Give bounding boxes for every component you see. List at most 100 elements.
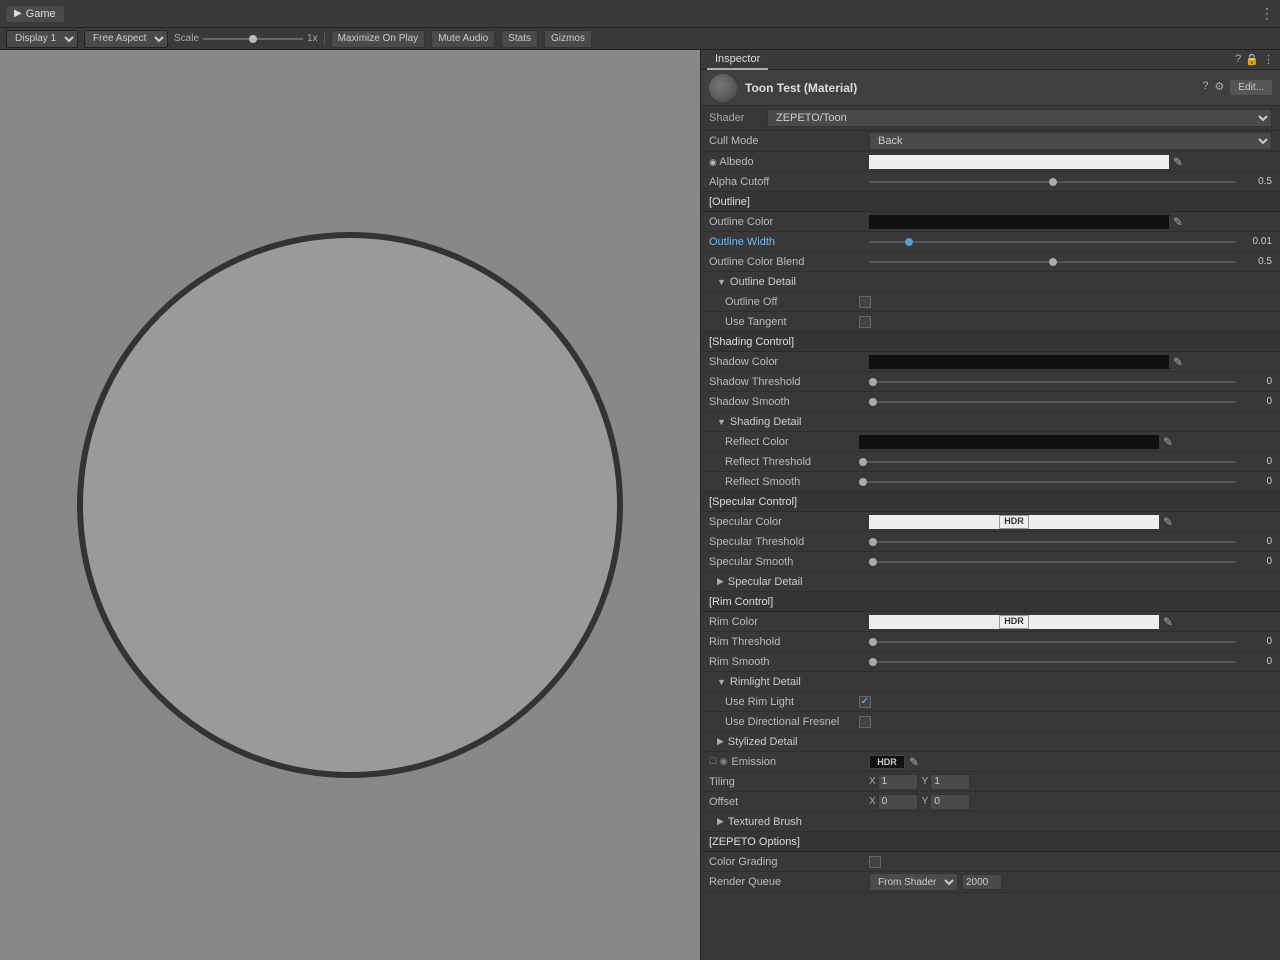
- more-icon[interactable]: ⋮: [1263, 53, 1274, 66]
- outline-detail-label: Outline Detail: [730, 276, 796, 288]
- cull-mode-select[interactable]: Back: [869, 132, 1272, 150]
- circle-container: [50, 205, 650, 805]
- zepeto-options-header[interactable]: [ZEPETO Options]: [701, 832, 1280, 852]
- reflect-smooth-number: 0: [1240, 476, 1272, 487]
- tiling-row: Tiling X 1 Y 1: [701, 772, 1280, 792]
- edit-button[interactable]: Edit...: [1230, 80, 1272, 95]
- rimlight-detail-header[interactable]: ▼ Rimlight Detail: [701, 672, 1280, 692]
- emission-label: ☐ ◉ Emission: [709, 756, 869, 768]
- rim-color-row: Rim Color HDR ✎: [701, 612, 1280, 632]
- specular-section-header[interactable]: [Specular Control]: [701, 492, 1280, 512]
- offset-y-label: Y: [922, 796, 929, 807]
- reflect-smooth-slider[interactable]: [859, 481, 1236, 483]
- outline-width-row: Outline Width 0.01: [701, 232, 1280, 252]
- rim-color-edit-icon[interactable]: ✎: [1163, 615, 1177, 629]
- rim-threshold-number: 0: [1240, 636, 1272, 647]
- shadow-color-swatch[interactable]: [869, 355, 1169, 369]
- outline-detail-arrow: ▼: [717, 277, 726, 287]
- offset-x-input[interactable]: 0: [878, 794, 918, 810]
- inspector-tab[interactable]: Inspector: [707, 50, 768, 70]
- use-directional-fresnel-checkbox[interactable]: [859, 716, 871, 728]
- outline-color-edit-icon[interactable]: ✎: [1173, 215, 1187, 229]
- outline-off-checkbox[interactable]: [859, 296, 871, 308]
- specular-smooth-slider[interactable]: [869, 561, 1236, 563]
- gizmos-btn[interactable]: Gizmos: [544, 30, 592, 48]
- use-tangent-label: Use Tangent: [709, 316, 859, 328]
- material-help-icon[interactable]: ?: [1202, 80, 1208, 95]
- inspector-content[interactable]: Cull Mode Back ◉ Albedo ✎ Alp: [701, 131, 1280, 960]
- game-view: [0, 50, 700, 960]
- rim-hdr-btn[interactable]: HDR: [999, 615, 1029, 629]
- offset-xy-group: X 0 Y 0: [869, 794, 1272, 810]
- shading-detail-header[interactable]: ▼ Shading Detail: [701, 412, 1280, 432]
- game-tab[interactable]: ▶ Game: [6, 6, 64, 22]
- emission-edit-icon[interactable]: ✎: [909, 755, 923, 769]
- render-queue-select[interactable]: From Shader: [869, 873, 958, 891]
- use-directional-fresnel-label: Use Directional Fresnel: [709, 716, 859, 728]
- emission-hdr-swatch[interactable]: HDR: [869, 755, 905, 769]
- outline-width-number: 0.01: [1240, 236, 1272, 247]
- tiling-x-field: X 1: [869, 774, 918, 790]
- shading-detail-label: Shading Detail: [730, 416, 802, 428]
- reflect-color-swatch[interactable]: [859, 435, 1159, 449]
- stats-btn[interactable]: Stats: [501, 30, 538, 48]
- aspect-select[interactable]: Free Aspect: [84, 30, 168, 48]
- reflect-threshold-value: 0: [859, 456, 1272, 467]
- shader-select[interactable]: ZEPETO/Toon: [767, 109, 1272, 127]
- outline-color-value: ✎: [869, 215, 1272, 229]
- rim-threshold-label: Rim Threshold: [709, 636, 869, 648]
- alpha-cutoff-row: Alpha Cutoff 0.5: [701, 172, 1280, 192]
- tiling-x-input[interactable]: 1: [878, 774, 918, 790]
- specular-hdr-btn[interactable]: HDR: [999, 515, 1029, 529]
- use-rim-light-checkbox[interactable]: ✓: [859, 696, 871, 708]
- use-tangent-checkbox[interactable]: [859, 316, 871, 328]
- rim-section-label: [Rim Control]: [709, 596, 773, 608]
- albedo-edit-icon[interactable]: ✎: [1173, 155, 1187, 169]
- albedo-swatch[interactable]: [869, 155, 1169, 169]
- textured-brush-header[interactable]: ▶ Textured Brush: [701, 812, 1280, 832]
- outline-width-slider[interactable]: [869, 241, 1236, 243]
- shadow-color-edit-icon[interactable]: ✎: [1173, 355, 1187, 369]
- maximize-on-play-btn[interactable]: Maximize On Play: [331, 30, 426, 48]
- reflect-threshold-slider[interactable]: [859, 461, 1236, 463]
- outline-color-swatch[interactable]: [869, 215, 1169, 229]
- rim-smooth-number: 0: [1240, 656, 1272, 667]
- material-settings-icon[interactable]: ⚙: [1215, 80, 1225, 95]
- display-select[interactable]: Display 1: [6, 30, 78, 48]
- specular-smooth-number: 0: [1240, 556, 1272, 567]
- lock-icon[interactable]: 🔒: [1245, 53, 1259, 66]
- scale-slider[interactable]: [203, 38, 303, 40]
- stylized-detail-header[interactable]: ▶ Stylized Detail: [701, 732, 1280, 752]
- dots-menu[interactable]: ⋮: [1260, 5, 1274, 22]
- tiling-y-input[interactable]: 1: [930, 774, 970, 790]
- help-icon[interactable]: ?: [1235, 53, 1241, 66]
- mute-audio-btn[interactable]: Mute Audio: [431, 30, 495, 48]
- shadow-threshold-row: Shadow Threshold 0: [701, 372, 1280, 392]
- specular-detail-header[interactable]: ▶ Specular Detail: [701, 572, 1280, 592]
- rim-color-swatch[interactable]: HDR: [869, 615, 1159, 629]
- rim-smooth-slider[interactable]: [869, 661, 1236, 663]
- shadow-threshold-slider[interactable]: [869, 381, 1236, 383]
- cull-mode-value: Back: [869, 132, 1272, 150]
- rim-threshold-slider[interactable]: [869, 641, 1236, 643]
- outline-color-blend-slider[interactable]: [869, 261, 1236, 263]
- render-queue-input[interactable]: 2000: [962, 874, 1002, 890]
- shading-section-header[interactable]: [Shading Control]: [701, 332, 1280, 352]
- reflect-threshold-label: Reflect Threshold: [709, 456, 859, 468]
- outline-color-blend-value: 0.5: [869, 256, 1272, 267]
- shadow-smooth-slider[interactable]: [869, 401, 1236, 403]
- outline-section-header[interactable]: [Outline]: [701, 192, 1280, 212]
- specular-detail-arrow: ▶: [717, 576, 724, 587]
- specular-threshold-slider[interactable]: [869, 541, 1236, 543]
- specular-color-swatch[interactable]: HDR: [869, 515, 1159, 529]
- rim-section-header[interactable]: [Rim Control]: [701, 592, 1280, 612]
- outline-detail-header[interactable]: ▼ Outline Detail: [701, 272, 1280, 292]
- alpha-cutoff-slider[interactable]: [869, 181, 1236, 183]
- reflect-color-edit-icon[interactable]: ✎: [1163, 435, 1177, 449]
- cull-mode-row: Cull Mode Back: [701, 131, 1280, 152]
- color-grading-checkbox[interactable]: [869, 856, 881, 868]
- scale-group: Scale 1x: [174, 33, 318, 44]
- offset-row: Offset X 0 Y 0: [701, 792, 1280, 812]
- specular-color-edit-icon[interactable]: ✎: [1163, 515, 1177, 529]
- offset-y-input[interactable]: 0: [930, 794, 970, 810]
